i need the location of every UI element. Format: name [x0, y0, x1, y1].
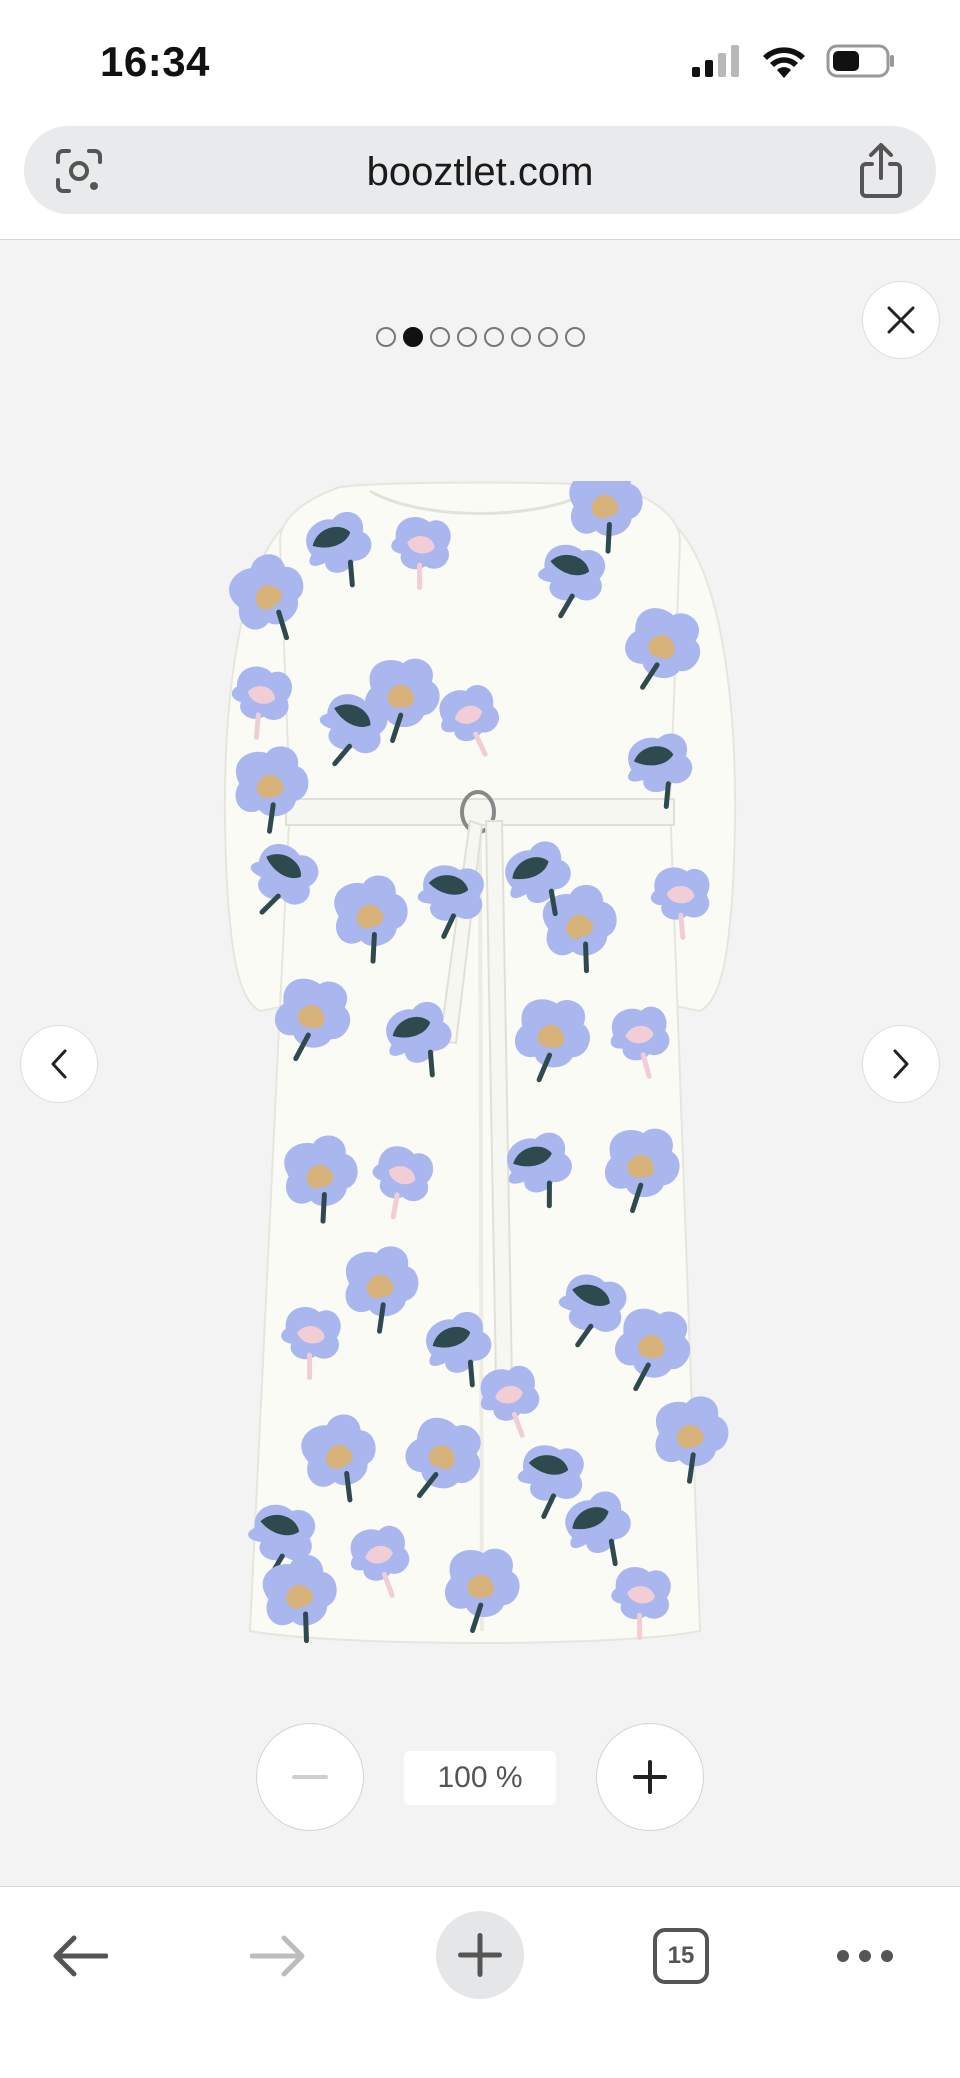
- forward-button[interactable]: [234, 1911, 324, 2001]
- image-viewer: 100 %: [0, 241, 960, 1886]
- plus-icon: [458, 1933, 502, 1977]
- tab-switcher-button[interactable]: 15: [636, 1911, 726, 2001]
- browser-address-area: booztlet.com: [0, 120, 960, 240]
- pagination-dot[interactable]: [402, 327, 423, 347]
- minus-icon: [292, 1775, 328, 1779]
- zoom-controls: 100 %: [0, 1723, 960, 1833]
- pagination-dot[interactable]: [375, 327, 396, 347]
- forward-arrow-icon: [250, 1935, 305, 1977]
- new-tab-button[interactable]: [436, 1911, 524, 1999]
- back-arrow-icon: [53, 1935, 108, 1977]
- close-button[interactable]: [862, 281, 940, 359]
- signal-icon: [692, 45, 739, 77]
- next-image-button[interactable]: [862, 1025, 940, 1103]
- url-text[interactable]: booztlet.com: [24, 150, 936, 195]
- more-button[interactable]: [820, 1911, 910, 2001]
- pagination-dot[interactable]: [510, 327, 531, 347]
- previous-image-button[interactable]: [20, 1025, 98, 1103]
- back-button[interactable]: [34, 1911, 124, 2001]
- pagination-dots: [0, 327, 960, 347]
- zoom-level: 100 %: [404, 1751, 556, 1805]
- chevron-right-icon: [893, 1049, 909, 1079]
- plus-icon: [633, 1760, 667, 1794]
- wifi-icon: [763, 47, 805, 78]
- pagination-dot[interactable]: [564, 327, 585, 347]
- tabs-icon: 15: [653, 1928, 709, 1984]
- pagination-dot[interactable]: [456, 327, 477, 347]
- zoom-in-button[interactable]: [596, 1723, 704, 1831]
- browser-toolbar: 15: [0, 1886, 960, 2078]
- close-icon: [887, 306, 915, 334]
- pagination-dot[interactable]: [483, 327, 504, 347]
- zoom-out-button[interactable]: [256, 1723, 364, 1831]
- tab-count: 15: [667, 1942, 695, 1969]
- product-photo: [220, 481, 737, 1881]
- chevron-left-icon: [51, 1049, 67, 1079]
- status-icons: [692, 44, 896, 78]
- share-icon[interactable]: [858, 142, 904, 198]
- more-icon: [837, 1950, 893, 1962]
- pagination-dot[interactable]: [537, 327, 558, 347]
- address-bar[interactable]: booztlet.com: [24, 126, 936, 214]
- pagination-dot[interactable]: [429, 327, 450, 347]
- status-bar: 16:34: [0, 0, 960, 120]
- status-time: 16:34: [100, 38, 210, 85]
- battery-icon: [826, 44, 894, 78]
